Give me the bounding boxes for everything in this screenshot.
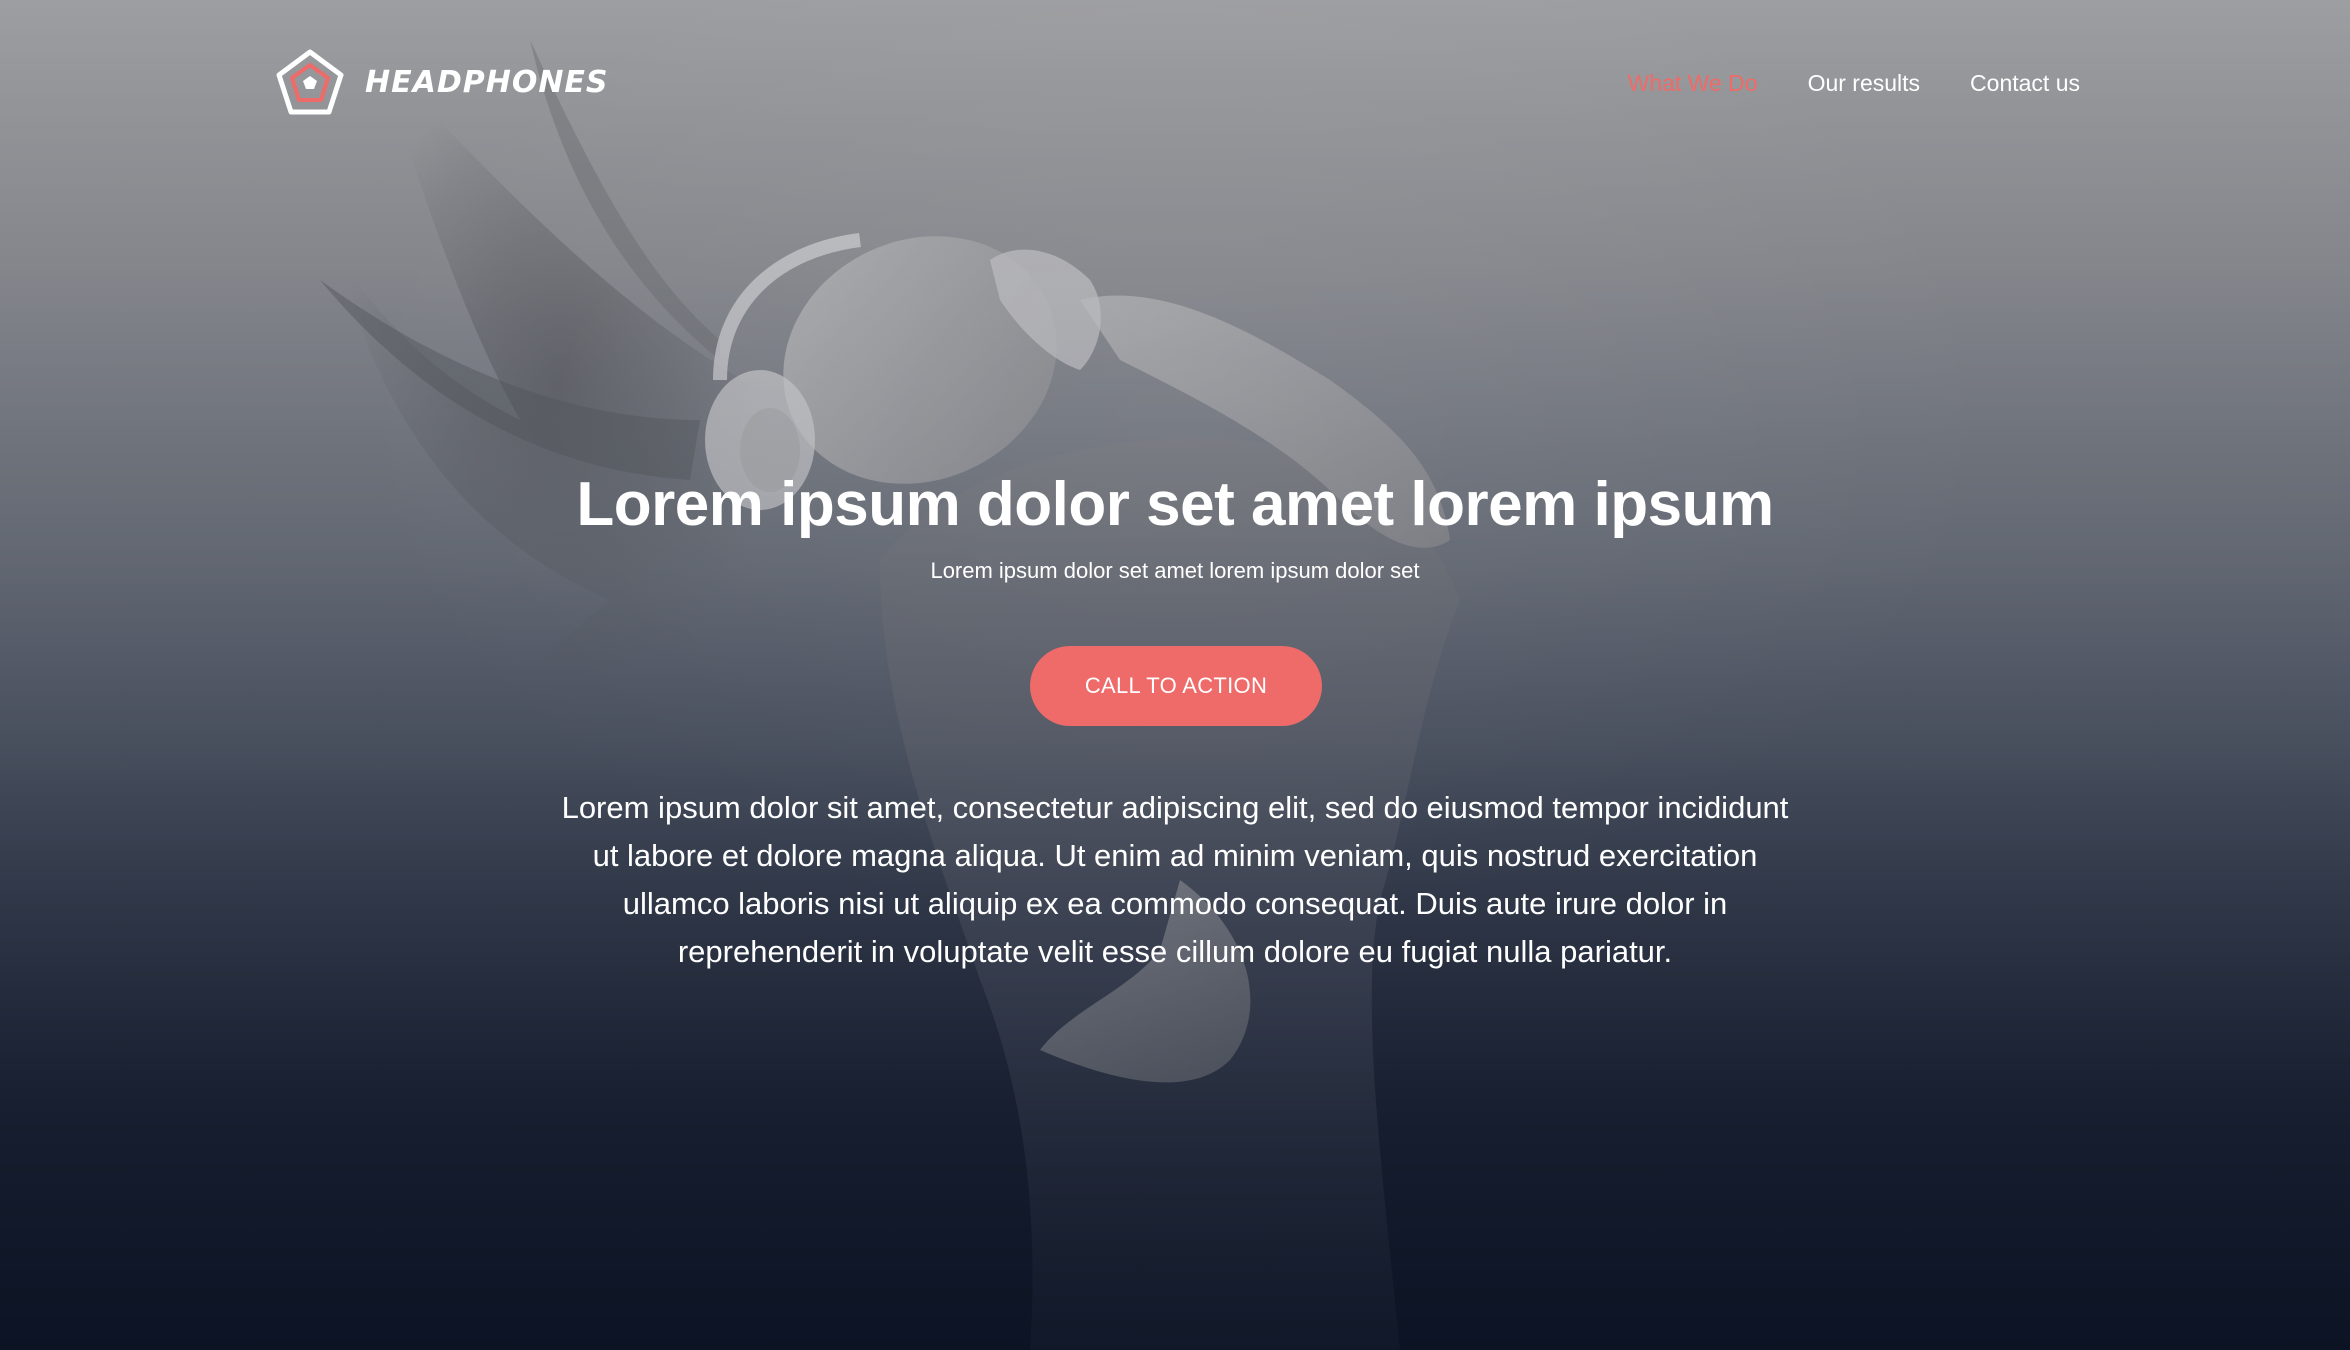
nav-link-contact-us[interactable]: Contact us	[1970, 48, 2080, 118]
navbar: HEADPHONES What We Do Our results Contac…	[275, 48, 2080, 118]
nav-link-our-results[interactable]: Our results	[1808, 48, 1920, 118]
hero-body-text: Lorem ipsum dolor sit amet, consectetur …	[561, 790, 1789, 969]
brand-name: HEADPHONES	[365, 65, 609, 100]
nav-links: What We Do Our results Contact us	[1578, 48, 2080, 118]
nav-link-what-we-do[interactable]: What We Do	[1628, 48, 1758, 118]
hero-headline: Lorem ipsum dolor set amet lorem ipsum	[576, 470, 1774, 539]
hero-subheadline: Lorem ipsum dolor set amet lorem ipsum d…	[930, 558, 1420, 583]
brand[interactable]: HEADPHONES	[275, 48, 609, 118]
pentagon-logo-icon	[276, 49, 344, 115]
call-to-action-button[interactable]: CALL TO ACTION	[1030, 646, 1322, 726]
hero-section: HEADPHONES What We Do Our results Contac…	[0, 0, 2350, 1350]
